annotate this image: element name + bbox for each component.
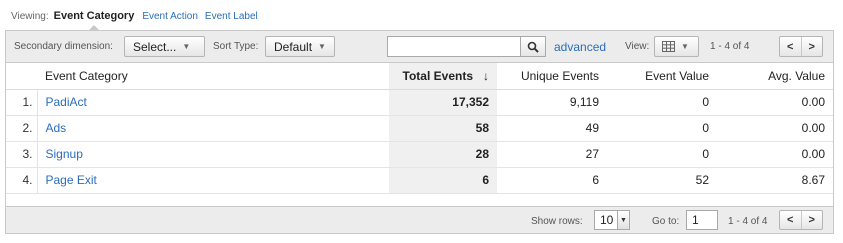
secondary-dimension-label: Secondary dimension: bbox=[14, 41, 113, 52]
show-rows-select[interactable]: 10 ▼ bbox=[594, 210, 630, 230]
index-header bbox=[6, 63, 37, 90]
column-label: Total Events bbox=[402, 68, 473, 83]
avg-value-cell: 0.00 bbox=[717, 141, 833, 168]
chevron-left-icon[interactable]: < bbox=[780, 37, 801, 56]
table-footer: Show rows: 10 ▼ Go to: 1 1 - 4 of 4 < > bbox=[6, 206, 833, 233]
total-events-header[interactable]: Total Events ↓ bbox=[389, 63, 497, 90]
table-header-row: Event Category Total Events ↓ Unique Even… bbox=[6, 63, 833, 90]
search-button[interactable] bbox=[520, 36, 546, 57]
pagination-buttons: < > bbox=[779, 36, 823, 57]
avg-value-cell: 0.00 bbox=[717, 115, 833, 142]
table-row: 4. Page Exit 6 6 52 8.67 bbox=[6, 167, 833, 194]
table-toolbar: Secondary dimension: Select... ▼ Sort Ty… bbox=[6, 31, 833, 63]
chevron-right-icon[interactable]: > bbox=[800, 211, 823, 229]
unique-events-header[interactable]: Unique Events bbox=[497, 63, 607, 90]
viewing-label: Viewing: bbox=[11, 10, 49, 22]
event-value-cell: 0 bbox=[607, 115, 717, 142]
search-input[interactable] bbox=[387, 36, 521, 57]
row-index: 2. bbox=[6, 115, 38, 142]
column-label: Event Value bbox=[645, 68, 709, 83]
footer-pagination-buttons: < > bbox=[779, 210, 823, 230]
chevron-down-icon: ▼ bbox=[617, 211, 629, 229]
total-events-cell: 28 bbox=[389, 141, 497, 168]
avg-value-cell: 0.00 bbox=[717, 89, 833, 116]
unique-events-cell: 9,119 bbox=[497, 89, 607, 116]
table-row: 1. PadiAct 17,352 9,119 0 0.00 bbox=[6, 89, 833, 116]
pagination-range: 1 - 4 of 4 bbox=[710, 41, 750, 52]
column-label: Event Category bbox=[45, 68, 128, 83]
secondary-dimension-value: Select... bbox=[133, 39, 177, 54]
total-events-cell: 58 bbox=[389, 115, 497, 142]
grid-view-icon bbox=[662, 41, 675, 52]
avg-value-cell: 8.67 bbox=[717, 167, 833, 194]
sort-type-select[interactable]: Default ▼ bbox=[265, 36, 335, 57]
goto-page-input[interactable]: 1 bbox=[686, 210, 718, 230]
row-index: 3. bbox=[6, 141, 38, 168]
row-index: 4. bbox=[6, 167, 38, 194]
footer-pagination-range: 1 - 4 of 4 bbox=[728, 216, 768, 227]
column-label: Unique Events bbox=[520, 68, 599, 83]
event-category-header[interactable]: Event Category bbox=[37, 63, 389, 90]
chevron-down-icon: ▼ bbox=[182, 42, 191, 51]
viewing-link-event-label[interactable]: Event Label bbox=[205, 11, 258, 22]
secondary-dimension-select[interactable]: Select... ▼ bbox=[124, 36, 205, 57]
event-category-link[interactable]: Signup bbox=[37, 141, 389, 168]
view-label: View: bbox=[625, 41, 650, 52]
column-label: Avg. Value bbox=[768, 68, 825, 83]
view-type-select[interactable]: ▼ bbox=[654, 36, 699, 57]
event-value-cell: 52 bbox=[607, 167, 717, 194]
sort-type-value: Default bbox=[274, 39, 313, 54]
total-events-cell: 6 bbox=[389, 167, 497, 194]
sort-down-arrow-icon: ↓ bbox=[483, 68, 489, 83]
avg-value-header[interactable]: Avg. Value bbox=[717, 63, 833, 90]
chevron-down-icon: ▼ bbox=[681, 42, 689, 51]
show-rows-label: Show rows: bbox=[531, 216, 583, 227]
viewing-link-event-action[interactable]: Event Action bbox=[142, 11, 198, 22]
report-table: Event Category Total Events ↓ Unique Even… bbox=[6, 63, 833, 194]
chevron-right-icon[interactable]: > bbox=[800, 37, 823, 56]
show-rows-value: 10 bbox=[600, 213, 614, 227]
unique-events-cell: 27 bbox=[497, 141, 607, 168]
event-value-cell: 0 bbox=[607, 141, 717, 168]
event-value-header[interactable]: Event Value bbox=[607, 63, 717, 90]
viewing-active-event-category: Event Category bbox=[53, 10, 135, 30]
event-category-link[interactable]: Ads bbox=[37, 115, 389, 142]
event-category-link[interactable]: Page Exit bbox=[37, 167, 389, 194]
unique-events-cell: 49 bbox=[497, 115, 607, 142]
table-row: 2. Ads 58 49 0 0.00 bbox=[6, 115, 833, 142]
table-row: 3. Signup 28 27 0 0.00 bbox=[6, 141, 833, 168]
advanced-search-link[interactable]: advanced bbox=[554, 40, 606, 54]
chevron-down-icon: ▼ bbox=[318, 42, 326, 51]
sort-type-label: Sort Type: bbox=[213, 41, 259, 52]
unique-events-cell: 6 bbox=[497, 167, 607, 194]
goto-label: Go to: bbox=[652, 216, 680, 227]
viewing-bar: Viewing: Event Category Event Action Eve… bbox=[11, 8, 265, 30]
total-events-cell: 17,352 bbox=[389, 89, 497, 116]
row-index: 1. bbox=[6, 89, 38, 116]
search-icon bbox=[527, 41, 539, 53]
report-table-container: Secondary dimension: Select... ▼ Sort Ty… bbox=[5, 30, 834, 234]
chevron-left-icon[interactable]: < bbox=[780, 211, 801, 229]
event-value-cell: 0 bbox=[607, 89, 717, 116]
event-category-link[interactable]: PadiAct bbox=[37, 89, 389, 116]
